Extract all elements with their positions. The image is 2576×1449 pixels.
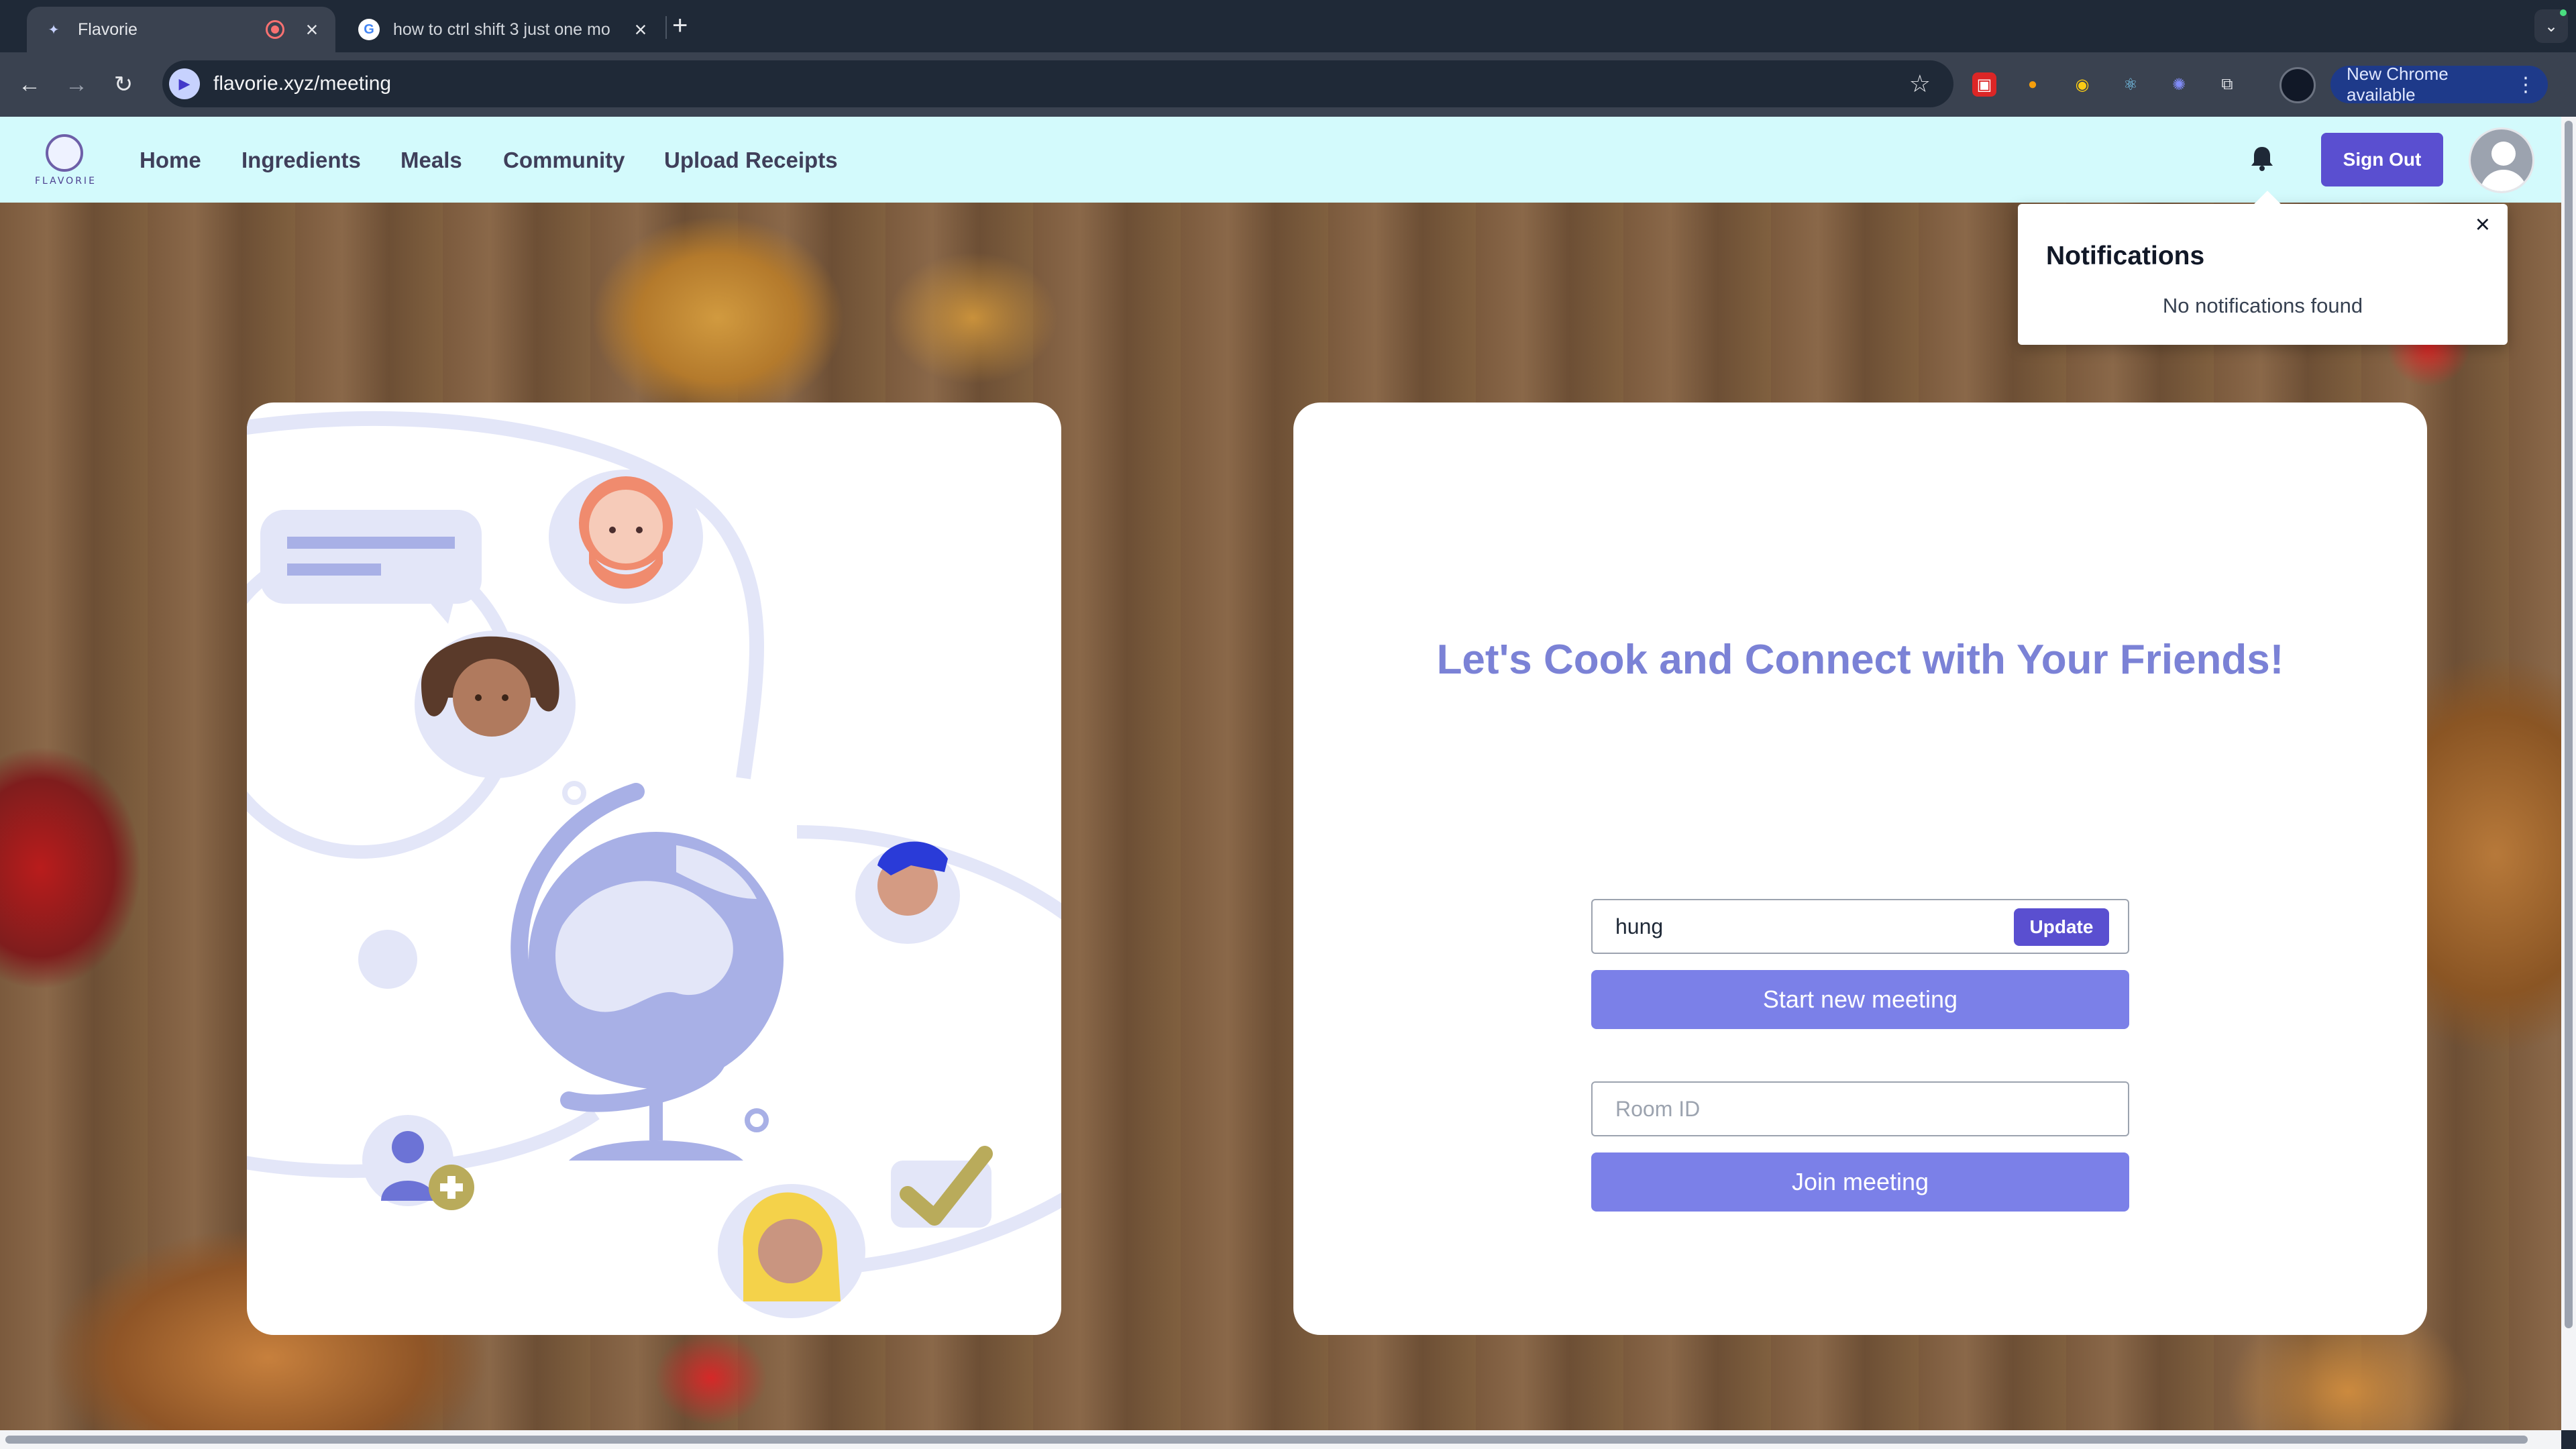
- display-name-input[interactable]: hung Update: [1591, 899, 2129, 954]
- chrome-update-button[interactable]: New Chrome available ⋮: [2330, 64, 2548, 105]
- meeting-card: Let's Cook and Connect with Your Friends…: [1293, 402, 2427, 1335]
- extension-react-icon[interactable]: ⚛: [2118, 72, 2143, 97]
- logo-bowl-icon: [46, 134, 83, 172]
- nav-community[interactable]: Community: [503, 148, 625, 173]
- browser-tab-strip: ✦ Flavorie × G how to ctrl shift 3 just …: [0, 0, 2576, 52]
- start-meeting-button[interactable]: Start new meeting: [1591, 970, 2129, 1029]
- flavorie-logo[interactable]: FLAVORIE: [32, 129, 97, 193]
- room-id-input[interactable]: Room ID: [1591, 1081, 2129, 1136]
- sign-out-button[interactable]: Sign Out: [2321, 133, 2443, 186]
- extension-circle-icon[interactable]: ◉: [2070, 72, 2094, 97]
- nav-ingredients[interactable]: Ingredients: [241, 148, 361, 173]
- nav-upload-receipts[interactable]: Upload Receipts: [664, 148, 838, 173]
- kebab-menu-icon[interactable]: ⋮: [2516, 73, 2536, 97]
- browser-toolbar: ← → ↻ ▶ flavorie.xyz/meeting ☆ ▣ ● ◉ ⚛ ✺…: [0, 52, 2576, 117]
- update-chip-label: New Chrome available: [2347, 64, 2449, 105]
- user-avatar[interactable]: [2469, 127, 2534, 193]
- google-favicon-icon: G: [358, 19, 380, 40]
- social-globe-illustration: [247, 411, 1061, 1318]
- address-bar[interactable]: ▶ flavorie.xyz/meeting ☆: [162, 60, 1953, 107]
- reload-icon[interactable]: ↻: [106, 67, 141, 102]
- site-camera-icon[interactable]: ▶: [169, 68, 200, 99]
- close-notifications-icon[interactable]: ×: [2475, 211, 2490, 239]
- update-name-button[interactable]: Update: [2014, 908, 2109, 946]
- logo-text: FLAVORIE: [35, 176, 97, 186]
- tab-flavorie[interactable]: ✦ Flavorie ×: [27, 7, 335, 52]
- nav-home[interactable]: Home: [140, 148, 201, 173]
- browser-profile-avatar[interactable]: [2279, 67, 2316, 103]
- horizontal-scrollbar[interactable]: [0, 1430, 2561, 1449]
- tab-title: how to ctrl shift 3 just one mo: [393, 19, 610, 39]
- extensions-puzzle-icon[interactable]: ⧉: [2215, 72, 2239, 97]
- close-tab-icon[interactable]: ×: [629, 17, 652, 42]
- notifications-title: Notifications: [2046, 241, 2205, 270]
- vertical-scrollbar[interactable]: [2561, 117, 2576, 1430]
- close-tab-icon[interactable]: ×: [301, 17, 323, 42]
- join-meeting-button[interactable]: Join meeting: [1591, 1152, 2129, 1212]
- notifications-popover: × Notifications No notifications found: [2018, 204, 2508, 345]
- notifications-empty-text: No notifications found: [2162, 294, 2363, 317]
- forward-arrow-icon[interactable]: →: [59, 67, 94, 102]
- bookmark-star-icon[interactable]: ☆: [1909, 70, 1931, 98]
- tab-divider: [665, 16, 667, 39]
- app-header: FLAVORIE Home Ingredients Meals Communit…: [0, 117, 2561, 203]
- extension-cookie-icon[interactable]: ●: [2021, 72, 2045, 97]
- tab-google-search[interactable]: G how to ctrl shift 3 just one mo ×: [342, 7, 664, 52]
- tab-search-chevron-icon[interactable]: ⌄: [2534, 9, 2568, 43]
- extension-gear-icon[interactable]: ✺: [2167, 72, 2191, 97]
- tab-title: Flavorie: [78, 19, 138, 39]
- back-arrow-icon[interactable]: ←: [12, 67, 47, 102]
- recording-icon: [266, 20, 284, 39]
- flavorie-favicon-icon: ✦: [48, 22, 60, 38]
- page-viewport: FLAVORIE Home Ingredients Meals Communit…: [0, 117, 2561, 1430]
- extension-red-icon[interactable]: ▣: [1972, 72, 1996, 97]
- nav-meals[interactable]: Meals: [400, 148, 462, 173]
- url-text[interactable]: flavorie.xyz/meeting: [213, 72, 1909, 95]
- new-tab-icon[interactable]: +: [672, 11, 688, 41]
- page-title: Let's Cook and Connect with Your Friends…: [1436, 637, 2284, 683]
- bell-icon[interactable]: [2247, 144, 2277, 173]
- illustration-card: [247, 402, 1061, 1335]
- display-name-value: hung: [1615, 914, 1664, 938]
